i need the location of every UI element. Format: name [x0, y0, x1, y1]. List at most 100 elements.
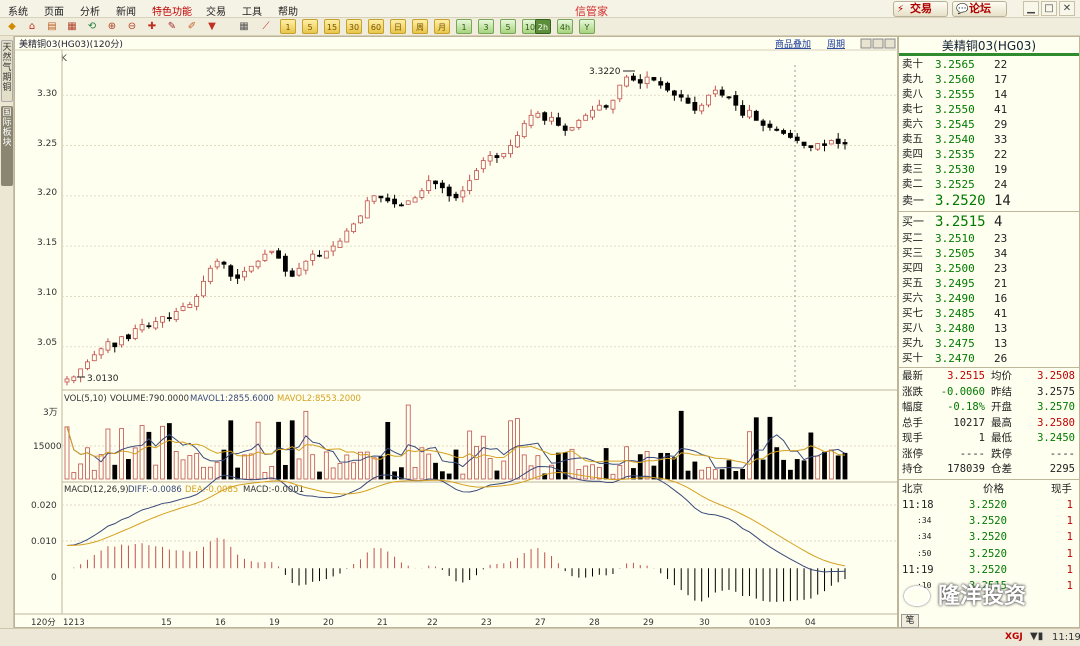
period-label: 日 — [394, 23, 402, 32]
period-button-week[interactable]: 周 — [412, 19, 428, 34]
book-icon[interactable]: ▤ — [44, 19, 60, 34]
stat-label: 涨停 — [902, 447, 923, 460]
bid-label: 买二 — [902, 232, 923, 244]
ask-row[interactable]: 卖八 3.2555 14 — [899, 87, 1079, 102]
candle-body — [269, 250, 275, 253]
ask-row[interactable]: 卖十 3.2565 22 — [899, 57, 1079, 72]
volume-bar — [139, 425, 145, 480]
pen-icon[interactable]: ✎ — [164, 19, 180, 34]
bid-row[interactable]: 买一 3.2515 4 — [899, 213, 1079, 231]
period-button-30[interactable]: 30 — [346, 19, 362, 34]
ask-row[interactable]: 卖九 3.2560 17 — [899, 72, 1079, 87]
refresh-icon[interactable]: ⟲ — [84, 19, 100, 34]
back-icon[interactable]: ◆ — [4, 19, 20, 34]
volume-bar — [460, 473, 466, 480]
ask-row[interactable]: 卖五 3.2540 33 — [899, 132, 1079, 147]
forum-button[interactable]: 💬 论坛 — [952, 1, 1007, 17]
bid-label: 买十 — [902, 352, 923, 364]
period-link[interactable]: 周期 — [827, 39, 845, 50]
ask-row[interactable]: 卖四 3.2535 22 — [899, 147, 1079, 162]
candle-body — [323, 250, 329, 259]
candle-body — [344, 230, 350, 243]
period-button-month[interactable]: 月 — [434, 19, 450, 34]
bid-row[interactable]: 买二 3.2510 23 — [899, 231, 1079, 246]
stat-row: 幅度 -0.18% 开盘 3.2570 — [899, 400, 1079, 416]
funnel-icon[interactable]: ▼ — [204, 19, 220, 34]
bid-row[interactable]: 买四 3.2500 23 — [899, 261, 1079, 276]
bid-row[interactable]: 买六 3.2490 16 — [899, 291, 1079, 306]
zoom-out-icon[interactable]: ⊖ — [124, 19, 140, 34]
period-button-g5[interactable]: 5 — [500, 19, 516, 34]
macd-diff: DIFF:-0.0086 — [128, 485, 182, 495]
stat-row: 现手 1 最低 3.2450 — [899, 431, 1079, 447]
restore-icon[interactable] — [884, 38, 896, 49]
list-icon[interactable]: ▦ — [64, 19, 80, 34]
menu-system[interactable]: 系统 — [8, 3, 28, 18]
period-button-5[interactable]: 5 — [302, 19, 318, 34]
period-button-year[interactable]: Y — [579, 19, 595, 34]
tab-international-sector[interactable]: 国际板块 — [1, 106, 13, 186]
period-button-15[interactable]: 15 — [324, 19, 340, 34]
x-axis-label: 21 — [377, 618, 388, 628]
period-button-day[interactable]: 日 — [390, 19, 406, 34]
overlay-link[interactable]: 商品叠加 — [775, 38, 811, 50]
close-button[interactable]: ✕ — [1059, 1, 1075, 16]
candle-body — [460, 190, 466, 198]
period-button-g3[interactable]: 3 — [478, 19, 494, 34]
crosshair-icon[interactable]: ✚ — [144, 19, 160, 34]
minimize-button[interactable]: ▁ — [1023, 1, 1039, 16]
menu-tools[interactable]: 工具 — [242, 3, 262, 18]
bid-row[interactable]: 买九 3.2475 13 — [899, 336, 1079, 351]
volume-bar — [719, 469, 725, 480]
chart-line-icon[interactable]: ⟋ — [258, 19, 274, 34]
ask-row[interactable]: 卖六 3.2545 29 — [899, 117, 1079, 132]
candle-body — [173, 311, 179, 321]
candle-body — [562, 125, 568, 131]
bid-label: 买六 — [902, 292, 923, 304]
chart-area[interactable]: 美精铜03(HG03)(120分) K 商品叠加 周期 3.30 3.25 3.… — [14, 36, 899, 629]
draw-tool-icon[interactable]: ✐ — [184, 19, 200, 34]
candle-body — [747, 109, 752, 118]
zoom-in-icon[interactable]: ⊕ — [104, 19, 120, 34]
period-label: 60 — [370, 23, 382, 32]
ask-row[interactable]: 卖一 3.2520 14 — [899, 192, 1079, 210]
bid-row[interactable]: 买五 3.2495 21 — [899, 276, 1079, 291]
candle-body — [678, 94, 684, 98]
menu-news[interactable]: 新闻 — [116, 3, 136, 18]
menu-analysis[interactable]: 分析 — [80, 3, 100, 18]
period-button-g1[interactable]: 1 — [456, 19, 472, 34]
ask-row[interactable]: 卖三 3.2530 19 — [899, 162, 1079, 177]
ask-price: 3.2565 — [935, 58, 975, 71]
menu-trade[interactable]: 交易 — [206, 3, 226, 18]
bid-row[interactable]: 买十 3.2470 26 — [899, 351, 1079, 366]
toolbar: ◆ ⌂ ▤ ▦ ⟲ ⊕ ⊖ ✚ ✎ ✐ ▼ ▦ ⟋ 1 5 15 30 60 日… — [0, 18, 1080, 36]
period-button-60[interactable]: 60 — [368, 19, 384, 34]
chart-svg[interactable]: 美精铜03(HG03)(120分) K 商品叠加 周期 3.30 3.25 3.… — [15, 37, 899, 629]
home-icon[interactable]: ⌂ — [24, 19, 40, 34]
shrink-icon[interactable] — [872, 38, 884, 49]
ask-row[interactable]: 卖二 3.2525 24 — [899, 177, 1079, 192]
menu-features[interactable]: 特色功能 — [152, 3, 192, 18]
bid-label: 买九 — [902, 337, 923, 349]
bid-row[interactable]: 买三 3.2505 34 — [899, 246, 1079, 261]
tab-natural-gas-copper[interactable]: 天然气期铜 — [1, 40, 13, 102]
candle-body — [767, 123, 773, 128]
table-icon[interactable]: ▦ — [236, 19, 252, 34]
candle-body — [378, 195, 384, 199]
period-button-1[interactable]: 1 — [280, 19, 296, 34]
stat-label: 均价 — [991, 370, 1012, 382]
menu-page[interactable]: 页面 — [44, 3, 64, 18]
bid-row[interactable]: 买八 3.2480 13 — [899, 321, 1079, 336]
trade-row: :34 3.2520 1 — [899, 529, 1079, 545]
volume-value: VOLUME:790.0000 — [110, 394, 189, 404]
menu-help[interactable]: 帮助 — [278, 3, 298, 18]
maximize-button[interactable]: □ — [1041, 1, 1057, 16]
candle-body — [337, 240, 343, 248]
bid-row[interactable]: 买七 3.2485 41 — [899, 306, 1079, 321]
expand-icon[interactable] — [860, 38, 872, 49]
tick-tab[interactable]: 笔 — [901, 614, 919, 628]
ask-row[interactable]: 卖七 3.2550 41 — [899, 102, 1079, 117]
trade-button[interactable]: ⚡ 交易 — [893, 1, 948, 17]
period-button-2h[interactable]: 2h — [535, 19, 551, 34]
period-button-4h[interactable]: 4h — [557, 19, 573, 34]
